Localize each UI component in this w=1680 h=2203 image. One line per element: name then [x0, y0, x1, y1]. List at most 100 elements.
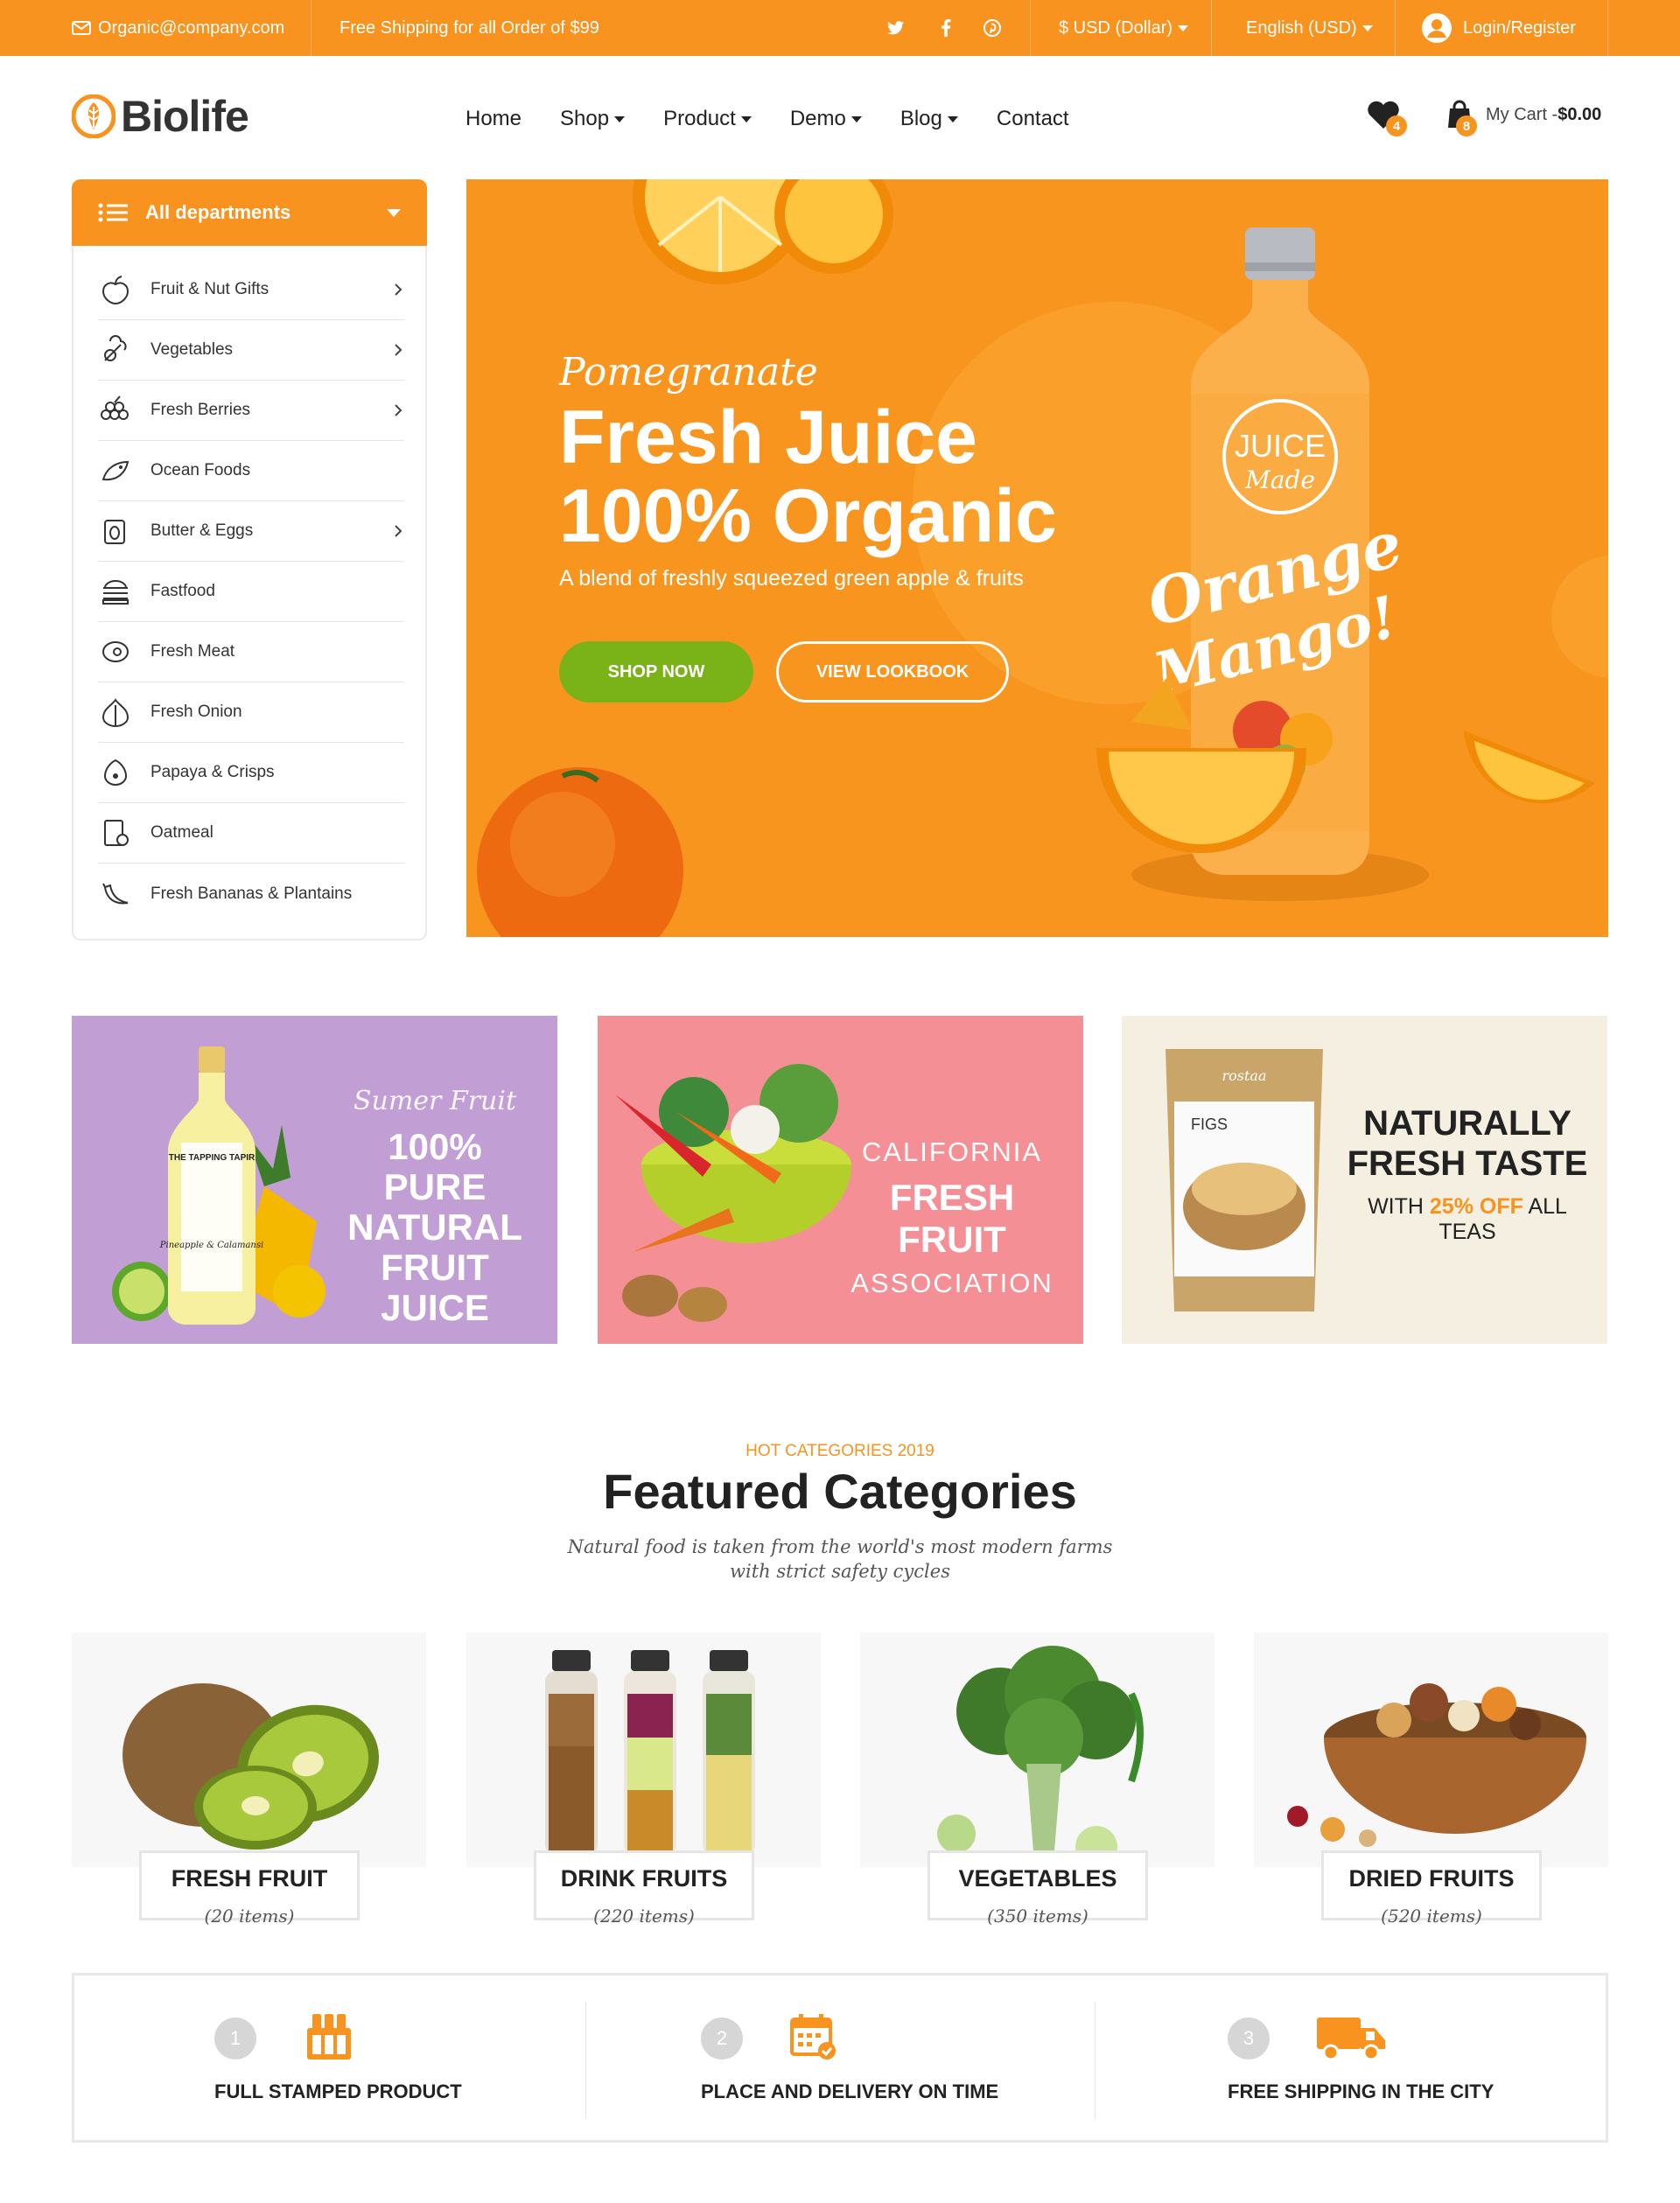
- category-card-dried-fruits[interactable]: [1254, 1633, 1608, 1867]
- promo-banner-juice[interactable]: THE TAPPING TAPIR Pineapple & Calamansi …: [72, 1016, 557, 1344]
- hero-title: Fresh Juice 100% Organic: [559, 398, 1057, 556]
- facebook-icon[interactable]: [941, 0, 951, 56]
- fruit-nut-icon: [98, 272, 133, 307]
- sidebar-item-oatmeal[interactable]: Oatmeal: [98, 803, 404, 864]
- category-card-vegetables[interactable]: [860, 1633, 1214, 1867]
- sidebar-item-butter-eggs[interactable]: Butter & Eggs: [98, 501, 404, 562]
- nav-product[interactable]: Product: [663, 107, 752, 131]
- logo[interactable]: Biolife: [72, 91, 249, 142]
- sidebar-item-fresh-bananas[interactable]: Fresh Bananas & Plantains: [98, 864, 404, 924]
- orange-slice-image: [633, 179, 893, 284]
- sidebar-item-label: Vegetables: [150, 340, 234, 359]
- feature-label: PLACE AND DELIVERY ON TIME: [701, 2081, 999, 2102]
- banana-icon: [98, 877, 133, 912]
- bag-product: FIGS: [1191, 1115, 1228, 1133]
- sidebar-item-label: Fresh Bananas & Plantains: [150, 884, 353, 903]
- promo-banner-teas[interactable]: rostaa FIGS NATURALLY FRESH TASTE WITH 2…: [1122, 1016, 1607, 1344]
- banner-line3: ASSOCIATION: [850, 1268, 1054, 1298]
- banner-line2: NATURAL: [347, 1206, 522, 1248]
- hero-description: A blend of freshly squeezed green apple …: [559, 566, 1024, 591]
- sidebar-item-fastfood[interactable]: Fastfood: [98, 562, 404, 622]
- hero-title-line1: Fresh Juice: [559, 395, 977, 479]
- sidebar-item-fruit-nut-gifts[interactable]: Fruit & Nut Gifts: [98, 260, 404, 320]
- topbar-divider: [311, 0, 312, 56]
- sidebar-item-label: Fresh Onion: [150, 703, 242, 721]
- main-nav: Home Shop Product Demo Blog Contact: [466, 107, 1108, 131]
- topbar-divider: [1607, 0, 1608, 56]
- bottle-label-juice: JUICE: [1235, 428, 1326, 464]
- nav-demo[interactable]: Demo: [790, 107, 862, 131]
- pinterest-icon[interactable]: [984, 0, 1001, 56]
- chevron-down-icon: [1362, 24, 1373, 31]
- sidebar-item-vegetables[interactable]: Vegetables: [98, 320, 404, 381]
- sidebar-item-fresh-berries[interactable]: Fresh Berries: [98, 381, 404, 441]
- hero-title-line2: 100% Organic: [559, 474, 1057, 558]
- banner-kicker: Sumer Fruit: [353, 1086, 517, 1116]
- nav-blog[interactable]: Blog: [900, 107, 958, 131]
- language-value: English (USD): [1246, 17, 1357, 38]
- onion-icon: [98, 695, 133, 730]
- offer-highlight: 25% OFF: [1429, 1194, 1523, 1219]
- banner-juice-text: Sumer Fruit 100% PURE NATURAL FRUIT JUIC…: [334, 1086, 536, 1328]
- category-name: DRINK FRUITS: [560, 1865, 728, 1892]
- category-card-drink-fruits[interactable]: [466, 1633, 821, 1867]
- kiwi-image: [122, 1683, 380, 1850]
- category-count: (220 items): [593, 1906, 695, 1927]
- nav-label: Blog: [900, 107, 942, 130]
- section-title: Featured Categories: [603, 1464, 1077, 1519]
- wishlist-button[interactable]: 4: [1367, 100, 1407, 136]
- hero-banner: JUICE Made Orange Mango! Pomegranate Fre…: [466, 179, 1608, 937]
- feature-label: FULL STAMPED PRODUCT: [214, 2081, 462, 2102]
- category-card-fresh-fruit[interactable]: [72, 1633, 426, 1867]
- chevron-down-icon: [1178, 24, 1189, 31]
- currency-value: $ USD (Dollar): [1059, 17, 1173, 38]
- view-lookbook-button[interactable]: VIEW LOOKBOOK: [776, 641, 1009, 703]
- all-departments-toggle[interactable]: All departments: [72, 179, 427, 246]
- banner-teas-text: NATURALLY FRESH TASTE WITH 25% OFF ALL T…: [1340, 1103, 1594, 1245]
- hero-bg-circle: [1551, 556, 1608, 678]
- departments-sidebar: All departments Fruit & Nut Gifts Vegeta…: [72, 179, 427, 941]
- banner-offer: WITH 25% OFF ALL TEAS: [1340, 1194, 1594, 1245]
- category-count: (520 items): [1381, 1906, 1482, 1927]
- bottle-flavor: Pineapple & Calamansi: [159, 1241, 263, 1250]
- nav-contact[interactable]: Contact: [997, 107, 1069, 131]
- orange-slices-image: [1096, 678, 1595, 853]
- truck-icon: [1317, 2018, 1385, 2061]
- login-register-link[interactable]: Login/Register: [1421, 0, 1576, 56]
- sidebar-item-papaya-crisps[interactable]: Papaya & Crisps: [98, 743, 404, 803]
- offer-prefix: WITH: [1368, 1194, 1430, 1219]
- sidebar-item-ocean-foods[interactable]: Ocean Foods: [98, 441, 404, 501]
- sidebar-item-fresh-onion[interactable]: Fresh Onion: [98, 682, 404, 743]
- banner-california-text: CALIFORNIA FRESH FRUIT ASSOCIATION: [834, 1136, 1070, 1299]
- section-description: Natural food is taken from the world's m…: [567, 1536, 1113, 1582]
- topbar-email[interactable]: Organic@company.com: [72, 0, 284, 56]
- logo-text: Biolife: [121, 92, 249, 141]
- hero-subtitle: Pomegranate: [559, 350, 818, 395]
- twitter-icon[interactable]: [887, 0, 905, 56]
- chevron-down-icon: [947, 115, 958, 122]
- dried-fruits-image: [1287, 1683, 1586, 1847]
- topbar-email-text: Organic@company.com: [98, 17, 285, 38]
- currency-select[interactable]: $ USD (Dollar): [1059, 0, 1189, 56]
- language-select[interactable]: English (USD): [1246, 0, 1373, 56]
- promo-banner-california[interactable]: CALIFORNIA FRESH FRUIT ASSOCIATION: [598, 1016, 1083, 1344]
- nav-shop[interactable]: Shop: [560, 107, 626, 131]
- meat-icon: [98, 634, 133, 669]
- chevron-right-icon: [395, 525, 402, 537]
- shop-now-button[interactable]: SHOP NOW: [559, 641, 753, 703]
- feature-number: 1: [214, 2018, 256, 2060]
- category-name: VEGETABLES: [958, 1865, 1117, 1892]
- cart-button[interactable]: 8 My Cart - $0.00: [1446, 100, 1601, 136]
- sidebar-item-label: Oatmeal: [150, 823, 214, 842]
- banner-line3: FRUIT JUICE: [381, 1247, 489, 1328]
- banner-line1: NATURALLY: [1363, 1104, 1572, 1143]
- topbar-divider: [1211, 0, 1212, 56]
- sidebar-item-fresh-meat[interactable]: Fresh Meat: [98, 622, 404, 682]
- butter-eggs-icon: [98, 514, 133, 549]
- category-count: (20 items): [204, 1906, 295, 1927]
- cart-label: My Cart -: [1486, 104, 1558, 124]
- sidebar-item-label: Fresh Meat: [150, 642, 235, 661]
- banner-line2: FRESH TASTE: [1347, 1144, 1588, 1183]
- chevron-down-icon: [614, 115, 626, 122]
- nav-home[interactable]: Home: [466, 107, 522, 131]
